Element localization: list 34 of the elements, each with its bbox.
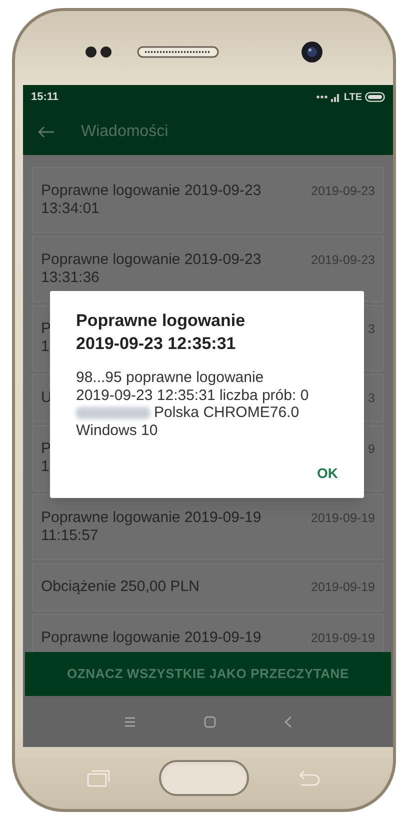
recent-apps-icon bbox=[87, 769, 111, 787]
menu-icon[interactable] bbox=[124, 716, 136, 726]
message-title: Poprawne logowanie 2019-09-23 bbox=[41, 251, 262, 269]
message-title: Poprawne logowanie 2019-09-23 bbox=[41, 182, 262, 200]
dialog-text: Windows 10 bbox=[76, 422, 158, 439]
header-title: Wiadomości bbox=[81, 122, 168, 142]
message-title: 13:31:36 bbox=[41, 269, 100, 287]
message-title: 13:34:01 bbox=[41, 200, 100, 218]
message-title: 11:15:57 bbox=[41, 527, 100, 545]
more-dots-icon bbox=[316, 95, 328, 99]
message-title: P bbox=[41, 320, 52, 338]
dialog-text: 98...95 poprawne logowanie bbox=[76, 369, 264, 386]
message-title: P bbox=[41, 440, 52, 458]
ok-button[interactable]: OK bbox=[315, 463, 340, 484]
message-title: 1 bbox=[41, 338, 50, 356]
camera-icon bbox=[301, 41, 323, 63]
status-time: 15:11 bbox=[31, 90, 59, 105]
speaker-grille-icon bbox=[137, 46, 219, 58]
back-arrow-icon[interactable] bbox=[37, 126, 55, 138]
message-title: Poprawne logowanie 2019-09-19 bbox=[41, 629, 262, 647]
home-icon[interactable] bbox=[204, 716, 216, 728]
network-type: LTE bbox=[344, 90, 362, 104]
back-key-icon bbox=[297, 770, 321, 786]
dialog-text: Polska CHROME76.0 bbox=[154, 404, 300, 422]
battery-icon bbox=[365, 92, 385, 102]
dialog-title: Poprawne logowanie 2019-09-23 12:35:31 bbox=[76, 310, 246, 355]
back-icon[interactable] bbox=[284, 716, 292, 728]
sensor-icon bbox=[85, 46, 113, 58]
message-title: Poprawne logowanie 2019-09-19 bbox=[41, 509, 262, 527]
message-title: Obciążenie 250,00 PLN bbox=[41, 578, 200, 596]
signal-icon bbox=[330, 92, 341, 102]
dialog-text: 2019-09-23 12:35:31 liczba prób: 0 bbox=[76, 386, 309, 404]
message-title: 1 bbox=[41, 458, 50, 476]
mark-all-read-button[interactable]: OZNACZ WSZYSTKIE JAKO PRZECZYTANE bbox=[25, 652, 391, 696]
